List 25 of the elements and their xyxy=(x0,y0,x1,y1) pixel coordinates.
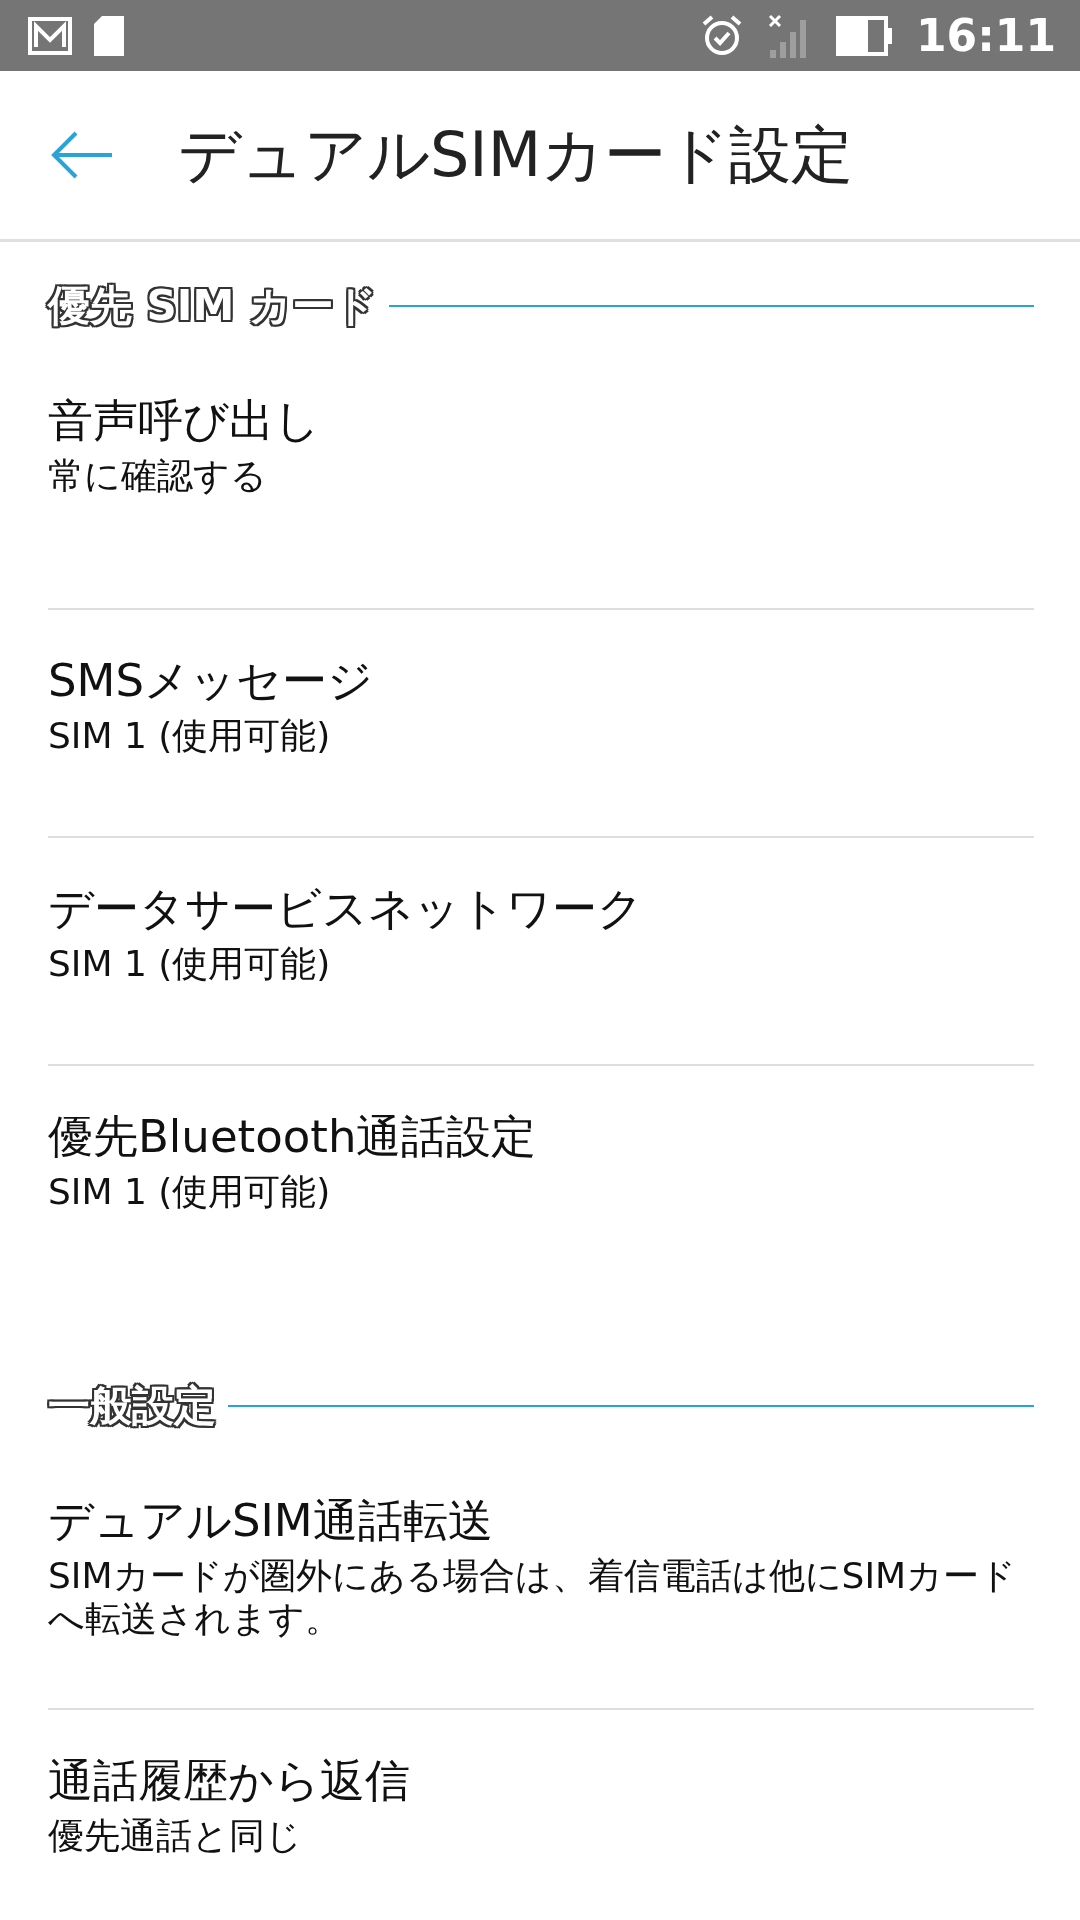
item-subtitle: SIMカードが圏外にある場合は、着信電話は他にSIMカードへ転送されます。 xyxy=(48,1554,1018,1641)
settings-item[interactable]: 音声呼び出し 常に確認する xyxy=(48,334,1034,610)
screen-title: デュアルSIMカード設定 xyxy=(178,117,854,193)
mail-icon xyxy=(28,16,72,55)
section-title: 一般設定 xyxy=(48,1380,216,1432)
status-time: 16:11 xyxy=(915,10,1056,61)
settings-item[interactable]: 優先Bluetooth通話設定 SIM 1 (使用可能) xyxy=(48,1066,1034,1292)
settings-item[interactable]: 通話履歴から返信 優先通話と同じ xyxy=(48,1710,1034,1920)
item-title: 音声呼び出し xyxy=(48,394,321,448)
item-subtitle: SIM 1 (使用可能) xyxy=(48,942,332,986)
back-arrow-icon[interactable] xyxy=(50,130,114,180)
item-subtitle: 常に確認する xyxy=(48,454,268,498)
item-title: 通話履歴から返信 xyxy=(48,1754,411,1808)
item-subtitle: SIM 1 (使用可能) xyxy=(48,714,332,758)
battery-icon xyxy=(835,15,894,56)
settings-item[interactable]: SMSメッセージ SIM 1 (使用可能) xyxy=(48,610,1034,838)
settings-item[interactable]: デュアルSIM通話転送 SIMカードが圏外にある場合は、着信電話は他にSIMカードへ転送されます。 xyxy=(48,1434,1034,1710)
sd-card-icon xyxy=(94,15,124,56)
item-subtitle: SIM 1 (使用可能) xyxy=(48,1170,332,1214)
item-title: SMSメッセージ xyxy=(48,654,374,708)
settings-item[interactable]: データサービスネットワーク SIM 1 (使用可能) xyxy=(48,838,1034,1066)
item-subtitle: 優先通話と同じ xyxy=(48,1814,303,1858)
item-title: 優先Bluetooth通話設定 xyxy=(48,1110,538,1164)
item-title: デュアルSIM通話転送 xyxy=(48,1494,494,1548)
item-title: データサービスネットワーク xyxy=(48,882,644,936)
